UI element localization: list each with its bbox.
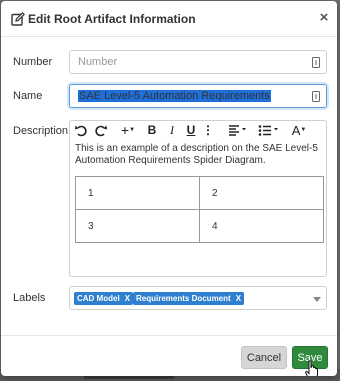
name-label: Name (13, 90, 43, 102)
dialog-header: Edit Root Artifact Information × (1, 1, 337, 37)
table-row: 1 2 (75, 176, 324, 210)
description-editor[interactable]: +▼ B I U ⋮ A▼ This is an example of a de… (69, 120, 327, 277)
edit-icon (11, 12, 25, 26)
id-card-icon (312, 57, 320, 68)
number-field[interactable]: Number (69, 50, 327, 74)
description-label: Description (13, 125, 69, 137)
editor-toolbar: +▼ B I U ⋮ A▼ (70, 121, 326, 140)
id-card-icon (312, 91, 320, 102)
chevron-down-icon: ▼ (129, 127, 136, 133)
number-label: Number (13, 56, 53, 68)
bold-button[interactable]: B (146, 123, 158, 138)
align-left-icon (229, 125, 246, 136)
remove-tag-button[interactable]: X (236, 294, 241, 303)
close-button[interactable]: × (317, 10, 331, 26)
underline-button[interactable]: U (185, 123, 197, 138)
cancel-button[interactable]: Cancel (241, 346, 287, 369)
hand-cursor-icon (305, 360, 318, 376)
tag-label: Requirements Document (136, 294, 231, 303)
table-cell[interactable]: 2 (199, 176, 324, 210)
table-row: 3 4 (75, 209, 324, 243)
chevron-down-icon: ▼ (300, 127, 307, 133)
edit-artifact-dialog: Edit Root Artifact Information × Number … (1, 1, 337, 376)
undo-button[interactable] (74, 123, 88, 138)
more-button[interactable]: ⋮ (202, 123, 214, 138)
undo-icon (75, 125, 87, 137)
insert-dropdown[interactable]: +▼ (116, 123, 140, 138)
redo-button[interactable] (94, 123, 108, 138)
tag-requirements-document: Requirements Document X (133, 292, 245, 305)
insert-label: + (120, 122, 130, 138)
italic-button[interactable]: I (166, 123, 178, 138)
table-cell[interactable]: 1 (75, 176, 200, 210)
chevron-down-icon[interactable] (313, 297, 321, 302)
bullet-list-icon (258, 125, 278, 136)
tag-cad-model: CAD Model X (74, 292, 134, 305)
font-dropdown[interactable]: A▼ (288, 123, 310, 138)
list-dropdown[interactable] (258, 123, 280, 138)
align-dropdown[interactable] (228, 123, 248, 138)
description-text[interactable]: This is an example of a description on t… (75, 143, 325, 167)
table-cell[interactable]: 4 (199, 209, 324, 243)
table-cell[interactable]: 3 (75, 209, 200, 243)
labels-select[interactable]: CAD Model X Requirements Document X (69, 286, 327, 310)
footer-divider (1, 335, 337, 336)
name-field[interactable]: SAE Level-5 Automation Requirements (69, 84, 327, 108)
tag-label: CAD Model (77, 294, 120, 303)
labels-label: Labels (13, 292, 46, 304)
number-placeholder: Number (78, 56, 118, 68)
dialog-title: Edit Root Artifact Information (28, 12, 196, 26)
description-table[interactable]: 1 2 3 4 (75, 176, 324, 243)
redo-icon (95, 125, 107, 137)
name-value: SAE Level-5 Automation Requirements (78, 90, 271, 102)
remove-tag-button[interactable]: X (125, 294, 130, 303)
